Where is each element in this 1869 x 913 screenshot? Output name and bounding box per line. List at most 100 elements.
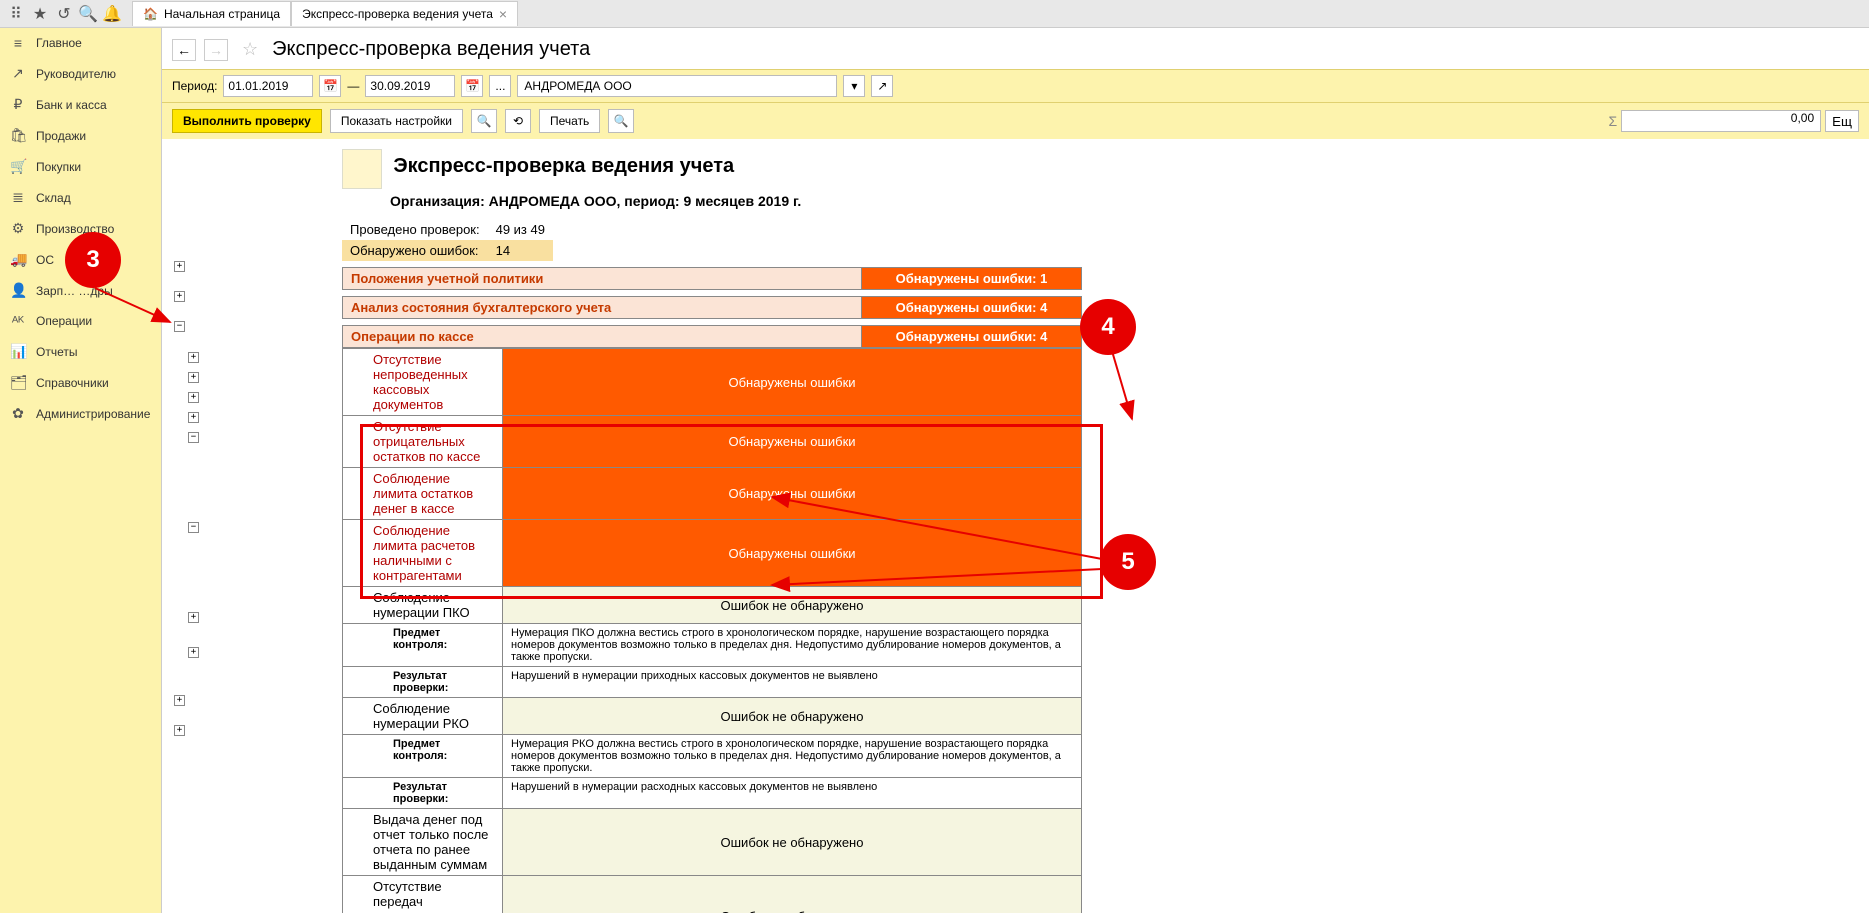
tree-expand-sub[interactable]: + — [188, 392, 199, 403]
tree-expand-sub[interactable]: + — [188, 412, 199, 423]
tree-collapse-sub[interactable]: − — [188, 522, 199, 533]
tab-express[interactable]: Экспресс-проверка ведения учета × — [291, 1, 518, 26]
report-title: Экспресс-проверка ведения учета — [393, 155, 734, 177]
sigma-icon: Σ — [1608, 113, 1617, 129]
org-dropdown-icon[interactable]: ▾ — [843, 75, 865, 97]
tree-expand-4[interactable]: + — [174, 695, 185, 706]
result-text: Нарушений в нумерации расходных кассовых… — [503, 778, 1082, 809]
section-3: Операции по кассеОбнаружены ошибки: 4 — [342, 325, 1082, 348]
forward-button[interactable]: → — [204, 39, 228, 61]
sidebar-item-sales[interactable]: 🛍Продажи — [0, 120, 161, 151]
sidebar-item-refs[interactable]: 🗂Справочники — [0, 367, 161, 398]
subject-text: Нумерация ПКО должна вестись строго в хр… — [503, 624, 1082, 667]
checks-value: 49 из 49 — [488, 219, 553, 240]
tree-expand-sub[interactable]: + — [188, 372, 199, 383]
date-from-input[interactable] — [223, 75, 313, 97]
period-label: Период: — [172, 79, 217, 93]
sub-title[interactable]: Соблюдение нумерации ПКО — [343, 587, 503, 624]
errors-label: Обнаружено ошибок: — [342, 240, 488, 261]
page-header: ← → ☆ Экспресс-проверка ведения учета — [162, 28, 1869, 69]
star-outline-icon[interactable]: ☆ — [242, 39, 258, 60]
sidebar-item-reports[interactable]: 📊Отчеты — [0, 336, 161, 367]
preview-button[interactable]: 🔍 — [608, 109, 634, 133]
section-title[interactable]: Операции по кассе — [343, 326, 862, 348]
section-status: Обнаружены ошибки: 4 — [862, 297, 1082, 319]
bell-icon[interactable]: 🔔 — [100, 2, 124, 26]
period-picker-button[interactable]: ... — [489, 75, 511, 97]
tree-expand-2[interactable]: + — [174, 291, 185, 302]
sub-status: Ошибок не обнаружено — [503, 809, 1082, 876]
run-check-button[interactable]: Выполнить проверку — [172, 109, 322, 133]
sub-title[interactable]: Выдача денег под отчет только после отче… — [343, 809, 503, 876]
sub-title[interactable]: Соблюдение лимита расчетов наличными с к… — [343, 520, 503, 587]
history-icon[interactable]: ↺ — [52, 2, 76, 26]
sidebar-item-label: ОС — [36, 253, 54, 267]
tree-collapse-sub[interactable]: − — [188, 432, 199, 443]
tree-expand-sub[interactable]: + — [188, 612, 199, 623]
sidebar-item-label: Покупки — [36, 160, 81, 174]
sub-status: Ошибок не обнаружено — [503, 698, 1082, 735]
search-icon[interactable]: 🔍 — [76, 2, 100, 26]
sidebar-item-label: Склад — [36, 191, 71, 205]
print-button[interactable]: Печать — [539, 109, 600, 133]
section-1: Положения учетной политикиОбнаружены оши… — [342, 267, 1082, 290]
sidebar-item-label: Операции — [36, 314, 92, 328]
sub-status: Ошибок не обнаружено — [503, 876, 1082, 913]
back-button[interactable]: ← — [172, 39, 196, 61]
balloon-3: 3 — [65, 232, 121, 288]
refresh-button[interactable]: ⟲ — [505, 109, 531, 133]
tree-expand-sub[interactable]: + — [188, 352, 199, 363]
menu-icon: ≡ — [10, 35, 26, 51]
sidebar-item-stock[interactable]: ≣ Склад — [0, 182, 161, 213]
tree-expand-sub[interactable]: + — [188, 647, 199, 658]
section-status: Обнаружены ошибки: 1 — [862, 268, 1082, 290]
tree-expand-5[interactable]: + — [174, 725, 185, 736]
calendar-from-icon[interactable]: 📅 — [319, 75, 341, 97]
home-icon: 🏠 — [143, 7, 158, 21]
sidebar-item-operations[interactable]: ᴬᴷОперации — [0, 306, 161, 336]
sidebar-item-manager[interactable]: ↗Руководителю — [0, 58, 161, 89]
sidebar-item-admin[interactable]: ✿Администрирование — [0, 398, 161, 429]
sub-title[interactable]: Отсутствие отрицательных остатков по кас… — [343, 416, 503, 468]
sidebar-item-main[interactable]: ≡Главное — [0, 28, 161, 58]
sub-title[interactable]: Отсутствие передач подотчетных сумм от о… — [343, 876, 503, 913]
sidebar-item-label: Отчеты — [36, 345, 77, 359]
sub-status: Обнаружены ошибки — [503, 520, 1082, 587]
sidebar-item-purchases[interactable]: 🛒Покупки — [0, 151, 161, 182]
close-icon[interactable]: × — [499, 6, 507, 22]
section-status: Обнаружены ошибки: 4 — [862, 326, 1082, 348]
ruble-icon: ₽ — [10, 96, 26, 113]
stack-icon: ≣ — [10, 189, 26, 206]
sidebar: ≡Главное ↗Руководителю ₽Банк и касса 🛍Пр… — [0, 28, 162, 913]
section-3-subs: Отсутствие непроведенных кассовых докуме… — [342, 348, 1082, 913]
calendar-to-icon[interactable]: 📅 — [461, 75, 483, 97]
sub-title[interactable]: Соблюдение лимита остатков денег в кассе — [343, 468, 503, 520]
bag-icon: 🛍 — [10, 127, 26, 144]
org-open-icon[interactable]: ↗ — [871, 75, 893, 97]
org-select[interactable]: АНДРОМЕДА ООО — [517, 75, 837, 97]
balloon-5: 5 — [1100, 534, 1156, 590]
sub-status: Ошибок не обнаружено — [503, 587, 1082, 624]
show-settings-button[interactable]: Показать настройки — [330, 109, 463, 133]
dash-label: — — [347, 79, 359, 93]
filter-bar: Период: 📅 — 📅 ... АНДРОМЕДА ООО ▾ ↗ — [162, 69, 1869, 103]
search-button[interactable]: 🔍 — [471, 109, 497, 133]
subject-label: Предмет контроля: — [343, 624, 503, 667]
apps-icon[interactable]: ⠿ — [4, 2, 28, 26]
sub-title[interactable]: Отсутствие непроведенных кассовых докуме… — [343, 349, 503, 416]
sidebar-item-label: Справочники — [36, 376, 109, 390]
person-icon: 👤 — [10, 282, 26, 299]
date-to-input[interactable] — [365, 75, 455, 97]
star-icon[interactable]: ★ — [28, 2, 52, 26]
tab-home[interactable]: 🏠 Начальная страница — [132, 1, 291, 26]
tree-expand-1[interactable]: + — [174, 261, 185, 272]
tree-collapse-3[interactable]: − — [174, 321, 185, 332]
section-title[interactable]: Положения учетной политики — [343, 268, 862, 290]
section-title[interactable]: Анализ состояния бухгалтерского учета — [343, 297, 862, 319]
tabs: 🏠 Начальная страница Экспресс-проверка в… — [132, 1, 518, 26]
sidebar-item-bank[interactable]: ₽Банк и касса — [0, 89, 161, 120]
sub-title[interactable]: Соблюдение нумерации РКО — [343, 698, 503, 735]
more-button[interactable]: Ещ — [1825, 110, 1859, 132]
sidebar-item-label: Руководителю — [36, 67, 116, 81]
result-label: Результат проверки: — [343, 667, 503, 698]
